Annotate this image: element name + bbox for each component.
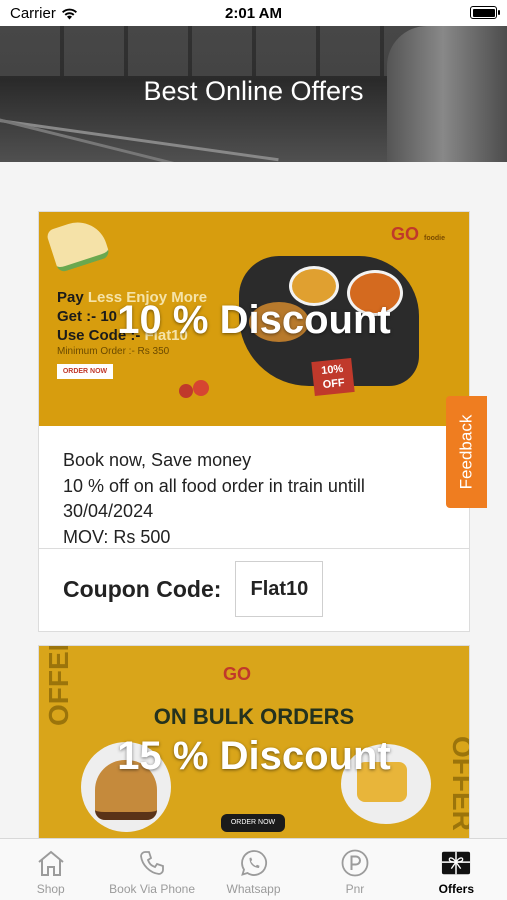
tab-label: Whatsapp — [226, 882, 281, 896]
discount-title: 15 % Discount — [117, 734, 391, 778]
description-line: Book now, Save money — [63, 450, 252, 470]
tab-book-via-phone[interactable]: Book Via Phone — [101, 839, 202, 900]
offer-banner: GO ON BULK ORDERS OFFER OFFER ORDER NOW … — [39, 646, 469, 838]
page-header: Best Online Offers — [0, 26, 507, 162]
coupon-code-value: Flat10 — [250, 577, 309, 600]
home-icon — [36, 848, 66, 878]
tab-shop[interactable]: Shop — [0, 839, 101, 900]
discount-badge: 10% OFF — [311, 358, 355, 396]
offer-description: Book now, Save money 10 % off on all foo… — [39, 426, 469, 550]
description-line: 10 % off on all food order in train unti… — [63, 475, 365, 496]
whatsapp-icon — [239, 848, 269, 878]
tab-label: Pnr — [345, 882, 365, 896]
phone-icon — [137, 848, 167, 878]
brand-logo: GO foodie — [390, 224, 445, 244]
divider — [39, 548, 469, 549]
offer-banner: GO foodie Pay Less Enjoy More Get :- 10 … — [39, 212, 469, 426]
discount-title: 10 % Discount — [117, 298, 391, 342]
banner-side-text: OFFER — [43, 646, 74, 726]
gift-icon — [441, 848, 471, 878]
offer-card[interactable]: GO foodie Pay Less Enjoy More Get :- 10 … — [38, 211, 470, 632]
brand-logo: GO — [223, 664, 252, 684]
page-title: Best Online Offers — [143, 76, 364, 106]
feedback-button[interactable]: Feedback — [446, 396, 487, 508]
sandwich-image — [45, 214, 111, 274]
tab-label: Book Via Phone — [109, 882, 196, 896]
description-line: 30/04/2024 — [63, 501, 154, 521]
banner-order-now: ORDER NOW — [221, 814, 285, 832]
description-line: MOV: Rs 500 — [63, 526, 171, 547]
tab-label: Offers — [438, 882, 474, 896]
offer-card[interactable]: GO ON BULK ORDERS OFFER OFFER ORDER NOW … — [38, 645, 470, 838]
banner-min-order: Minimum Order :- Rs 350 — [57, 346, 170, 357]
status-bar: Carrier 2:01 AM — [0, 0, 507, 26]
status-time: 2:01 AM — [225, 5, 282, 22]
parking-p-icon — [340, 848, 370, 878]
banner-headline: ON BULK ORDERS — [153, 704, 355, 729]
offers-list[interactable]: GO foodie Pay Less Enjoy More Get :- 10 … — [0, 162, 507, 838]
coupon-label: Coupon Code: — [63, 575, 222, 602]
banner-order-now: ORDER NOW — [57, 364, 113, 379]
coupon-row: Coupon Code: Flat10 — [63, 561, 324, 617]
tab-whatsapp[interactable]: Whatsapp — [203, 839, 304, 900]
bottom-tab-bar: Shop Book Via Phone Whatsapp Pnr Offers — [0, 838, 507, 900]
battery-icon — [470, 6, 500, 19]
tab-label: Shop — [36, 882, 65, 896]
tab-offers[interactable]: Offers — [406, 839, 507, 900]
coupon-code-box[interactable]: Flat10 — [235, 561, 324, 617]
feedback-label: Feedback — [456, 414, 476, 490]
tab-pnr[interactable]: Pnr — [304, 839, 405, 900]
